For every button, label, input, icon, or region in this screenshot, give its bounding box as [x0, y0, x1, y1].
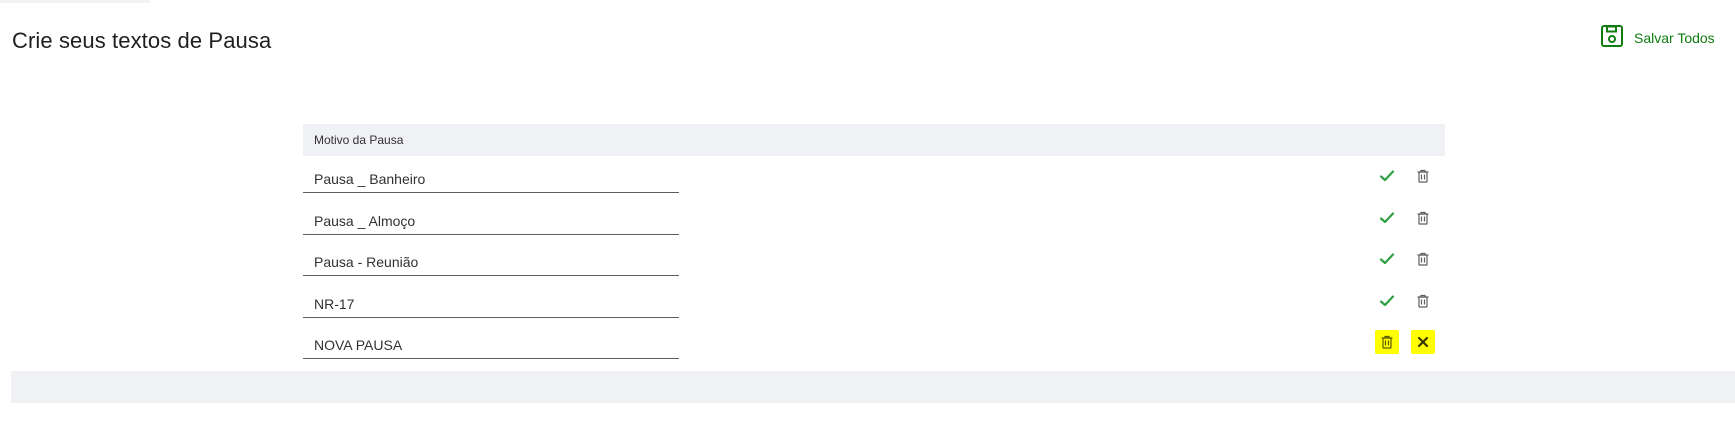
trash-icon[interactable]: [1411, 247, 1435, 271]
save-all-label: Salvar Todos: [1634, 30, 1715, 46]
trash-icon[interactable]: [1375, 330, 1399, 354]
pause-reason-input[interactable]: [303, 284, 679, 318]
table-row: [303, 156, 1445, 198]
check-icon[interactable]: [1375, 289, 1399, 313]
row-actions: [1375, 164, 1435, 188]
pause-reason-input[interactable]: [303, 326, 679, 359]
table-footer: [11, 371, 1735, 403]
row-actions: [1375, 206, 1435, 230]
check-icon[interactable]: [1375, 206, 1399, 230]
pause-reason-input[interactable]: [303, 243, 679, 276]
trash-icon[interactable]: [1411, 289, 1435, 313]
table-row: [303, 281, 1445, 323]
save-icon: [1600, 24, 1624, 48]
row-actions: [1375, 330, 1435, 354]
save-all-button[interactable]: Salvar Todos: [1600, 24, 1715, 48]
top-divider: [0, 0, 150, 3]
trash-icon[interactable]: [1411, 206, 1435, 230]
check-icon[interactable]: [1375, 247, 1399, 271]
pause-reasons-table: Motivo da Pausa: [303, 124, 1445, 364]
pause-reason-input[interactable]: [303, 201, 679, 235]
table-row: [303, 198, 1445, 240]
page: Crie seus textos de Pausa Salvar Todos M…: [0, 0, 1735, 443]
close-icon[interactable]: [1411, 330, 1435, 354]
column-header-motivo: Motivo da Pausa: [303, 124, 1445, 156]
row-actions: [1375, 289, 1435, 313]
table-row-new: [303, 322, 1445, 364]
pause-reason-input[interactable]: [303, 160, 679, 193]
trash-icon[interactable]: [1411, 164, 1435, 188]
page-title: Crie seus textos de Pausa: [12, 28, 272, 53]
check-icon[interactable]: [1375, 164, 1399, 188]
table-row: [303, 239, 1445, 281]
row-actions: [1375, 247, 1435, 271]
